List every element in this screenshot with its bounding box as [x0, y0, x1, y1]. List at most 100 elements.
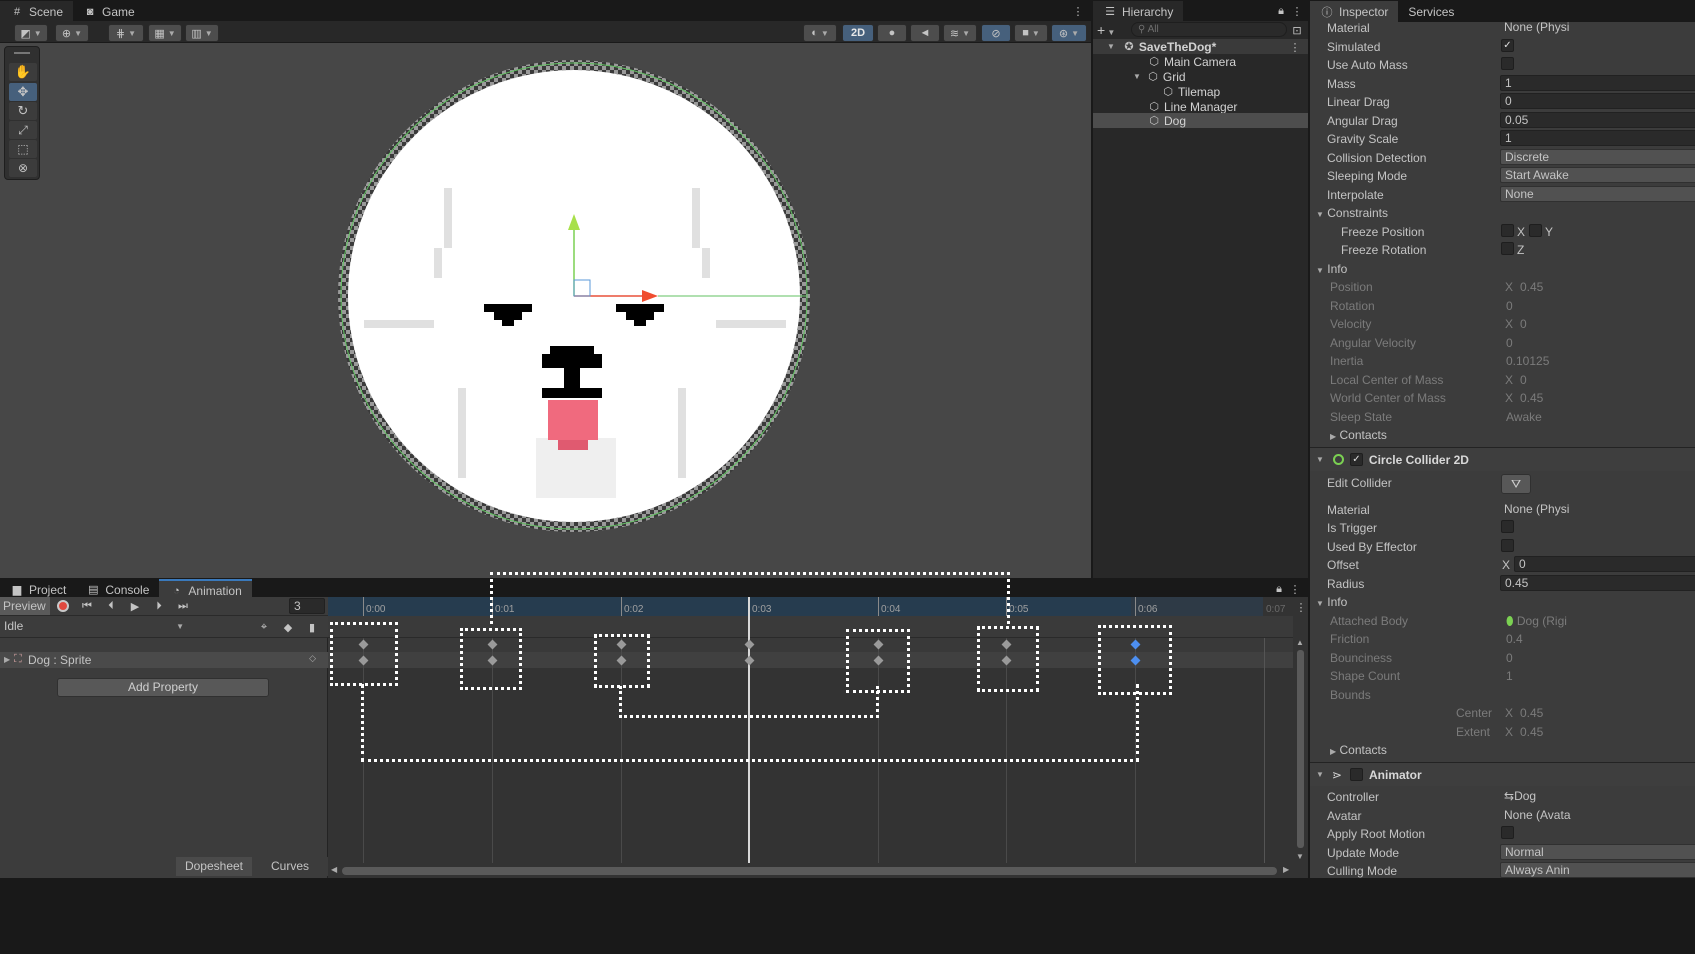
shading-mode-button[interactable]: ◐ ▼: [803, 24, 837, 42]
grid-snap-button[interactable]: ⋕ ▼: [108, 24, 144, 42]
freeze-rotation-z-checkbox[interactable]: [1501, 242, 1514, 255]
add-keyframe-icon[interactable]: ◆: [281, 620, 295, 634]
play-icon[interactable]: ▶: [128, 599, 142, 613]
hand-tool-icon[interactable]: ✋: [9, 63, 37, 81]
tab-inspector[interactable]: ⓘ Inspector: [1310, 1, 1399, 22]
used-by-effector-checkbox[interactable]: [1501, 539, 1514, 552]
offset-x-field[interactable]: 0: [1514, 556, 1695, 572]
scroll-up-icon[interactable]: ▲: [1296, 638, 1304, 647]
collider-info-foldout[interactable]: ▼ Info: [1316, 595, 1347, 609]
freeze-position-y-checkbox[interactable]: [1529, 224, 1542, 237]
circle-collider-header[interactable]: ▼ ✓ Circle Collider 2D: [1310, 447, 1695, 471]
tab-scene[interactable]: # Scene: [0, 1, 74, 22]
linear-drag-field[interactable]: 0: [1500, 93, 1695, 109]
gizmos-button[interactable]: ⊛ ▼: [1051, 24, 1087, 42]
scroll-left-icon[interactable]: ◀: [331, 865, 337, 874]
sleeping-mode-dropdown[interactable]: Start Awake: [1500, 167, 1695, 183]
vertical-scrollbar[interactable]: ▲ ▼: [1293, 638, 1308, 863]
hierarchy-selected-row[interactable]: [1093, 113, 1308, 128]
next-keyframe-icon[interactable]: ⏵: [152, 599, 166, 613]
material-field[interactable]: None (Physi: [1500, 20, 1695, 36]
auto-mass-checkbox[interactable]: [1501, 57, 1514, 70]
horizontal-scroll-thumb[interactable]: [342, 867, 1277, 875]
animator-header[interactable]: ▼ ⋗ Animator: [1310, 762, 1695, 786]
culling-mode-dropdown[interactable]: Always Anin: [1500, 862, 1695, 878]
tab-game[interactable]: ◙ Game: [73, 1, 145, 22]
more-options-icon[interactable]: ⋮: [1288, 40, 1302, 54]
scroll-down-icon[interactable]: ▼: [1296, 852, 1304, 861]
scene-visibility-button[interactable]: ⊘: [981, 24, 1011, 42]
previous-keyframe-icon[interactable]: ⏴: [104, 599, 118, 613]
tab-hierarchy[interactable]: ☰ Hierarchy: [1093, 1, 1184, 22]
hierarchy-item-dog[interactable]: ⬡ Dog: [1147, 113, 1186, 128]
dog-sprite[interactable]: [326, 58, 826, 538]
vertical-scroll-thumb[interactable]: [1297, 650, 1304, 848]
transform-tool-icon[interactable]: ⊗: [9, 159, 37, 177]
update-mode-dropdown[interactable]: Normal: [1500, 844, 1695, 860]
frame-field[interactable]: 3: [289, 598, 325, 614]
gravity-scale-field[interactable]: 1: [1500, 130, 1695, 146]
rect-tool-icon[interactable]: ⬚: [9, 140, 37, 158]
add-event-icon[interactable]: ▮: [305, 620, 319, 634]
lighting-button[interactable]: ●: [877, 24, 907, 42]
create-button[interactable]: + ▼: [1097, 22, 1115, 38]
first-keyframe-icon[interactable]: ⏮: [80, 599, 94, 613]
property-keyframe-icon[interactable]: ◇: [309, 653, 316, 664]
dopesheet-button[interactable]: Dopesheet: [176, 857, 252, 876]
hierarchy-item-main-camera[interactable]: ⬡ Main Camera: [1147, 54, 1236, 69]
controller-field[interactable]: ⇆Dog: [1500, 789, 1695, 805]
more-options-icon[interactable]: ⋮: [1290, 4, 1304, 18]
freeze-position-x-checkbox[interactable]: [1501, 224, 1514, 237]
chevron-down-icon[interactable]: ▼: [1107, 42, 1115, 51]
draw-mode-button[interactable]: ◩ ▼: [14, 24, 48, 42]
grid-visibility-button[interactable]: ▦ ▼: [148, 24, 182, 42]
toggle-2d-button[interactable]: 2D: [842, 24, 874, 42]
horizontal-scrollbar[interactable]: ◀ ▶: [328, 863, 1293, 878]
last-keyframe-icon[interactable]: ⏭: [176, 599, 190, 613]
add-property-button[interactable]: Add Property: [57, 678, 269, 697]
lock-icon[interactable]: 🔒︎: [1274, 4, 1288, 18]
hierarchy-item-line-manager[interactable]: ⬡ Line Manager: [1147, 99, 1237, 114]
apply-root-motion-checkbox[interactable]: [1501, 826, 1514, 839]
lock-icon[interactable]: 🔒︎: [1272, 582, 1286, 596]
hierarchy-item-tilemap[interactable]: ⬡ Tilemap: [1161, 84, 1220, 99]
camera-button[interactable]: ■ ▼: [1014, 24, 1048, 42]
tab-services[interactable]: Services: [1398, 1, 1464, 22]
scene-filter-icon[interactable]: ⊡: [1290, 23, 1304, 37]
avatar-field[interactable]: None (Avata: [1500, 808, 1695, 824]
radius-field[interactable]: 0.45: [1500, 575, 1695, 591]
collision-detection-dropdown[interactable]: Discrete: [1500, 149, 1695, 165]
is-trigger-checkbox[interactable]: [1501, 520, 1514, 533]
scroll-right-icon[interactable]: ▶: [1283, 865, 1289, 874]
collider-material-field[interactable]: None (Physi: [1500, 502, 1695, 518]
animator-enabled-checkbox[interactable]: [1349, 768, 1363, 781]
more-options-icon[interactable]: ⋮: [1071, 4, 1085, 18]
interpolate-dropdown[interactable]: None: [1500, 186, 1695, 202]
info-foldout[interactable]: ▼ Info: [1316, 262, 1347, 276]
chevron-down-icon[interactable]: ▼: [1133, 72, 1141, 81]
property-row[interactable]: ▶ ⛶ Dog : Sprite ◇: [0, 652, 328, 668]
preview-button[interactable]: Preview: [0, 597, 50, 615]
simulated-checkbox[interactable]: ✓: [1501, 39, 1514, 52]
mass-field[interactable]: 1: [1500, 75, 1695, 91]
curves-button[interactable]: Curves: [252, 857, 328, 876]
edit-collider-button[interactable]: ⛛: [1501, 474, 1531, 494]
effects-button[interactable]: ≋ ▼: [943, 24, 977, 42]
hierarchy-item-savethedog[interactable]: ▼ ✪ SaveTheDog*: [1107, 39, 1216, 54]
hierarchy-search-input[interactable]: ⚲ All: [1131, 22, 1287, 37]
more-options-icon[interactable]: ⋮: [1288, 582, 1302, 596]
filter-by-selection-icon[interactable]: ⌖: [257, 620, 271, 634]
scale-tool-icon[interactable]: ⤢: [9, 121, 37, 139]
audio-button[interactable]: ◄: [910, 24, 940, 42]
rotate-tool-icon[interactable]: ↻: [9, 102, 37, 120]
rigidbody-contacts-foldout[interactable]: ▶ Contacts: [1330, 428, 1387, 442]
global-local-button[interactable]: ⊕ ▼: [55, 24, 89, 42]
increment-snap-button[interactable]: ▥ ▼: [185, 24, 219, 42]
collider-contacts-foldout[interactable]: ▶ Contacts: [1330, 743, 1387, 757]
more-options-icon[interactable]: ⋮: [1294, 600, 1308, 614]
scene-viewport[interactable]: ✋ ✥ ↻ ⤢ ⬚ ⊗: [0, 43, 1091, 578]
move-tool-icon[interactable]: ✥: [9, 83, 37, 101]
circle-collider-enabled-checkbox[interactable]: ✓: [1349, 453, 1363, 466]
record-icon[interactable]: [57, 600, 69, 612]
palette-handle[interactable]: [14, 52, 30, 54]
